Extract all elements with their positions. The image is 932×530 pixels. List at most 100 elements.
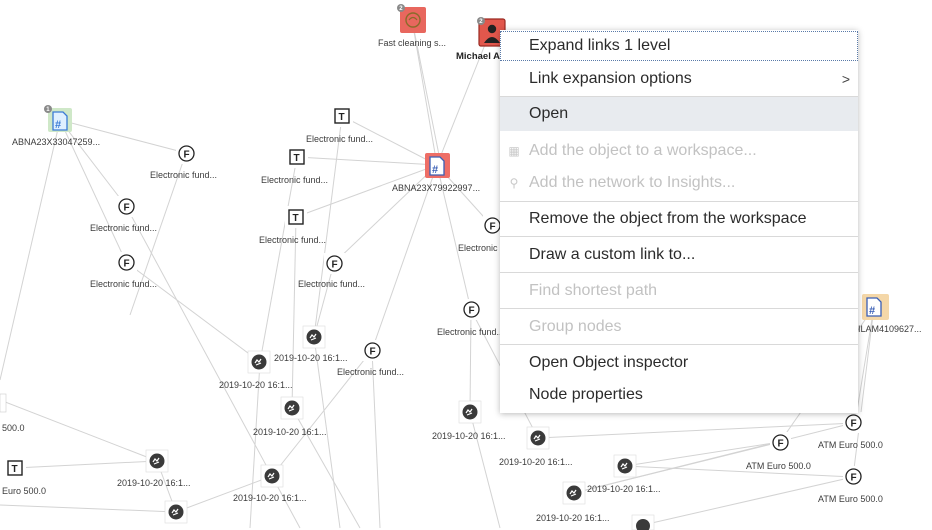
node-label: 2019-10-20 16:1... (536, 513, 610, 523)
transfer-node[interactable]: F ATM Euro 500.0 (818, 412, 883, 450)
node-label: ABNA23X33047259... (12, 137, 100, 147)
menu-item-label: Open Object inspector (529, 354, 689, 371)
menu-item-label: Find shortest path (529, 282, 658, 299)
menu-item-find-shortest-path[interactable]: Find shortest path (500, 275, 858, 307)
event-node[interactable]: 2019-10-20 16:1... (233, 464, 307, 503)
transfer-node[interactable]: F Electronic fund... (90, 252, 157, 289)
submenu-arrow-icon: > (841, 71, 850, 87)
node-label: Electronic fund... (337, 367, 404, 377)
svg-text:F: F (469, 306, 475, 317)
menu-item-link-expansion-options[interactable]: Link expansion options > (500, 63, 858, 95)
svg-text:#: # (869, 305, 875, 317)
svg-text:F: F (370, 347, 376, 358)
account-icon: # (52, 111, 68, 131)
transfer-node[interactable]: F Electronic fund... (150, 143, 217, 180)
menu-item-label: Open (529, 105, 569, 122)
text-node[interactable]: T Euro 500.0 (2, 457, 46, 496)
svg-text:#: # (432, 164, 438, 176)
menu-item-label: Group nodes (529, 318, 622, 335)
workspace-icon: ▦ (508, 144, 520, 158)
merchant-node-fast-cleaning[interactable]: 2 Fast cleaning s... (378, 4, 446, 48)
menu-item-open[interactable]: Open (500, 97, 858, 131)
menu-item-remove-from-workspace[interactable]: Remove the object from the workspace (500, 203, 858, 235)
menu-item-label: Add the object to a workspace... (529, 142, 757, 159)
menu-item-expand-links[interactable]: Expand links 1 level (500, 31, 858, 61)
account-icon: # (429, 156, 445, 176)
text-node[interactable]: T Electronic fund... (259, 206, 326, 245)
menu-item-label: Add the network to Insights... (529, 174, 736, 191)
svg-text:F: F (184, 150, 190, 161)
node-label: Euro 500.0 (2, 486, 46, 496)
menu-item-label: Remove the object from the workspace (529, 210, 807, 227)
svg-text:#: # (55, 119, 61, 131)
account-node-abna1[interactable]: # 1 ABNA23X33047259... (12, 105, 100, 147)
node-label: Electronic fund... (150, 170, 217, 180)
menu-separator (500, 344, 858, 345)
node-label: Fast cleaning s... (378, 38, 446, 48)
svg-text:F: F (124, 203, 130, 214)
transfer-node[interactable]: F Electronic fund... (298, 253, 365, 289)
event-node[interactable]: 2019-10-20 16:1... (274, 325, 348, 363)
node-label: Electronic fund... (261, 175, 328, 185)
svg-text:F: F (778, 439, 784, 450)
svg-text:F: F (851, 419, 857, 430)
account-node-ilam[interactable]: # ILAM4109627... (858, 294, 922, 334)
event-node[interactable]: 2019-10-20 16:1... (432, 400, 506, 441)
node-label: 2019-10-20 16:1... (233, 493, 307, 503)
insights-icon: ⚲ (509, 176, 519, 190)
node-label: Electronic fund... (437, 327, 504, 337)
node-label: 2019-10-20 16:1... (587, 484, 661, 494)
svg-text:T: T (339, 112, 345, 123)
svg-text:T: T (294, 153, 300, 164)
transfer-node[interactable]: F Electronic fund... (437, 299, 504, 337)
text-node[interactable]: T Electronic fund... (261, 146, 328, 185)
transfer-node[interactable]: F ATM Euro 500.0 (818, 466, 883, 504)
node-label: 2019-10-20 16:1... (253, 427, 327, 437)
event-node[interactable] (164, 500, 188, 524)
svg-text:F: F (490, 222, 496, 233)
menu-item-draw-custom-link[interactable]: Draw a custom link to... (500, 239, 858, 271)
svg-text:F: F (124, 259, 130, 270)
node-label: 500.0 (2, 423, 25, 433)
node-label: 2019-10-20 16:1... (499, 457, 573, 467)
event-node[interactable]: 2019-10-20 16:1... (253, 396, 327, 437)
menu-item-label: Node properties (529, 386, 643, 403)
menu-separator (500, 236, 858, 237)
event-node[interactable]: 2019-10-20 16:1... (117, 449, 191, 488)
node-label: Electronic fund... (306, 134, 373, 144)
node-label: ATM Euro 500.0 (746, 461, 811, 471)
node-label: 2019-10-20 16:1... (432, 431, 506, 441)
menu-item-add-to-workspace[interactable]: ▦ Add the object to a workspace... (500, 135, 858, 167)
svg-text:F: F (851, 473, 857, 484)
event-node[interactable] (631, 514, 655, 530)
node-context-menu[interactable]: Expand links 1 level Link expansion opti… (500, 30, 858, 413)
menu-item-label: Link expansion options (529, 70, 692, 87)
svg-text:T: T (293, 213, 299, 224)
event-node[interactable]: 2019-10-20 16:1... (499, 426, 573, 467)
menu-item-node-properties[interactable]: Node properties (500, 379, 858, 411)
node-label: ATM Euro 500.0 (818, 494, 883, 504)
menu-item-label: Expand links 1 level (529, 37, 671, 54)
transfer-node[interactable]: F ATM Euro 500.0 (746, 432, 811, 471)
menu-item-label: Draw a custom link to... (529, 246, 696, 263)
transfer-node[interactable]: F Electronic fund... (90, 196, 157, 233)
svg-text:T: T (12, 464, 18, 475)
node-label: Electronic fund... (259, 235, 326, 245)
menu-separator (500, 308, 858, 309)
menu-item-add-network-to-insights[interactable]: ⚲ Add the network to Insights... (500, 167, 858, 199)
menu-item-open-object-inspector[interactable]: Open Object inspector (500, 347, 858, 379)
node-label: 2019-10-20 16:1... (219, 380, 293, 390)
node-label: Electronic fund... (90, 279, 157, 289)
node-label: Electronic fund... (90, 223, 157, 233)
node-label: 2019-10-20 16:1... (274, 353, 348, 363)
text-node[interactable]: T Electronic fund... (306, 105, 373, 144)
menu-item-group-nodes[interactable]: Group nodes (500, 311, 858, 343)
svg-text:F: F (332, 260, 338, 271)
node-label: 2019-10-20 16:1... (117, 478, 191, 488)
node-label: Electronic fund... (298, 279, 365, 289)
account-node-abna2[interactable]: # ABNA23X79922997... (392, 153, 480, 193)
partial-node[interactable]: 500.0 (0, 393, 25, 433)
node-label: ABNA23X79922997... (392, 183, 480, 193)
account-icon: # (866, 297, 882, 317)
node-label: ILAM4109627... (858, 324, 922, 334)
